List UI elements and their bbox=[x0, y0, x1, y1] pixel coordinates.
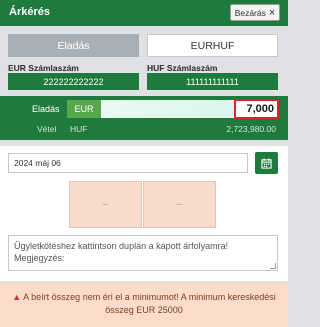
rate-slot-2[interactable]: – bbox=[143, 181, 216, 228]
eur-account-label: EUR Számlaszám bbox=[8, 63, 79, 73]
sell-label: Eladás bbox=[32, 104, 60, 114]
currency-pair-button[interactable]: EURHUF bbox=[147, 34, 278, 57]
huf-account-select[interactable]: 111111111111 bbox=[147, 73, 278, 90]
calendar-button[interactable] bbox=[255, 152, 278, 174]
window-title: Árkérés bbox=[9, 6, 50, 18]
rate-slot-1[interactable]: – bbox=[69, 181, 142, 228]
eur-account-select[interactable]: 222222222222 bbox=[8, 73, 139, 90]
buy-amount-value: 2,723,980.00 bbox=[226, 124, 276, 134]
sell-mode-button[interactable]: Eladás bbox=[8, 34, 139, 57]
close-icon: × bbox=[268, 6, 276, 19]
title-bar: Árkérés Bezárás × bbox=[0, 0, 288, 26]
note-textarea[interactable]: Ügyletkötéshez kattintson duplán a kapot… bbox=[8, 235, 278, 271]
close-button-label: Bezárás bbox=[234, 7, 266, 18]
buy-currency-label: HUF bbox=[70, 124, 88, 134]
amount-input[interactable]: 7,000 bbox=[234, 99, 279, 119]
warning-icon: ▲ bbox=[12, 292, 22, 302]
resize-handle[interactable] bbox=[270, 263, 276, 269]
sell-currency-badge: EUR bbox=[67, 100, 101, 118]
date-field[interactable]: 2024 máj 06 bbox=[8, 153, 248, 173]
warning-text: A beírt összeg nem éri el a minimumot! A… bbox=[23, 292, 276, 315]
huf-account-label: HUF Számlaszám bbox=[147, 63, 218, 73]
buy-label: Vétel bbox=[37, 124, 57, 134]
warning-banner: ▲ A beírt összeg nem éri el a minimumot!… bbox=[0, 283, 288, 327]
calendar-icon bbox=[261, 157, 272, 169]
close-button[interactable]: Bezárás × bbox=[230, 4, 280, 21]
